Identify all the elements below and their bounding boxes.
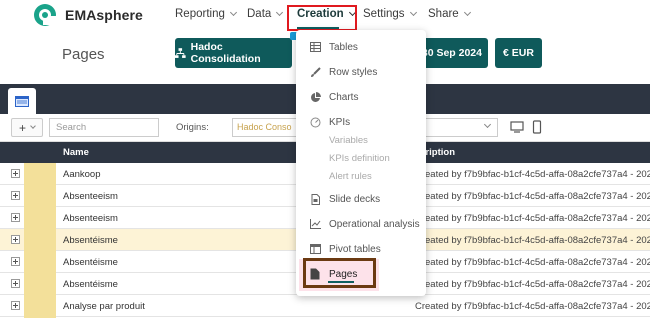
date-button[interactable]: 30 Sep 2024 [418,38,488,68]
origins-value: Hadoc Conso [237,122,292,132]
nav-label: Settings [363,8,405,20]
menu-item-label: Pivot tables [329,243,381,255]
pivot-icon [309,243,321,255]
expand-row-icon[interactable] [11,301,20,310]
logo-text: EMAsphere [65,7,143,23]
menu-item-row-styles[interactable]: Row styles [296,62,426,82]
add-button[interactable]: + [11,118,43,137]
hierarchy-icon [175,47,186,58]
nav-label: Reporting [175,8,225,20]
row-description: Created by f7b9bfac-b1cf-4c5d-affa-08a2c… [415,191,650,202]
menu-item-slide-decks[interactable]: Slide decks [296,189,426,209]
slides-icon [309,193,321,205]
row-name: Absenteeism [63,191,118,202]
pages-highlight-box [303,258,376,288]
pie-chart-icon [309,91,321,103]
expand-row-icon[interactable] [11,191,20,200]
nav-settings[interactable]: Settings [363,8,417,20]
expand-row-icon[interactable] [11,169,20,178]
brush-icon [309,66,321,78]
row-description: Created by f7b9bfac-b1cf-4c5d-affa-08a2c… [415,213,650,224]
chevron-down-icon [30,123,36,129]
gauge-icon [309,116,321,128]
menu-item-label: Variables [329,134,368,146]
nav-data[interactable]: Data [247,8,284,20]
menu-item-label: Charts [329,91,359,103]
row-description: Created by f7b9bfac-b1cf-4c5d-affa-08a2c… [415,235,650,246]
menu-item-charts[interactable]: Charts [296,87,426,107]
menu-item-label: KPIs definition [329,152,390,164]
nav-share[interactable]: Share [428,8,471,20]
row-name: Absentéisme [63,235,118,246]
menu-item-kpis-definition[interactable]: KPIs definition [296,148,426,168]
table-icon [309,41,321,53]
menu-item-alert-rules[interactable]: Alert rules [296,166,426,186]
menu-item-kpis[interactable]: KPIs [296,112,426,132]
menu-item-label: KPIs [329,116,351,128]
consolidation-label: Hadoc Consolidation [190,41,261,65]
nav-reporting[interactable]: Reporting [175,8,237,20]
page-title: Pages [62,46,105,63]
chevron-down-icon [229,8,237,17]
plus-icon: + [18,120,26,135]
row-name: Absenteeism [63,213,118,224]
nav-label: Share [428,8,459,20]
row-description: Created by f7b9bfac-b1cf-4c5d-affa-08a2c… [415,169,650,180]
chevron-down-icon [483,120,492,129]
row-description: Created by f7b9bfac-b1cf-4c5d-affa-08a2c… [415,279,650,290]
consolidation-button[interactable]: Hadoc Consolidation [175,38,292,68]
pages-active-underline [328,281,354,283]
currency-button[interactable]: € EUR [495,38,542,68]
search-input[interactable] [49,118,159,137]
desktop-view-icon[interactable] [510,120,524,134]
nav-label: Data [247,8,272,20]
menu-item-pivot-tables[interactable]: Pivot tables [296,239,426,259]
expand-row-icon[interactable] [11,279,20,288]
menu-item-label: Slide decks [329,193,381,205]
logo[interactable]: EMAsphere [32,0,143,30]
color-indicator-column [24,163,56,318]
menu-item-variables[interactable]: Variables [296,130,426,150]
line-chart-icon [309,218,321,230]
chevron-down-icon [463,8,471,17]
tab-table-view[interactable] [8,88,36,114]
row-name: Absentéisme [63,279,118,290]
column-name-header[interactable]: Name [63,147,89,158]
active-nav-underline [297,27,339,29]
menu-item-tables[interactable]: Tables [296,37,426,57]
date-label: 30 Sep 2024 [421,47,482,59]
menu-item-label: Row styles [329,66,378,78]
row-name: Aankoop [63,169,101,180]
origins-label: Origins: [176,122,209,133]
expand-row-icon[interactable] [11,257,20,266]
chevron-down-icon [409,8,417,17]
emasphere-logo-icon [32,2,58,28]
menu-item-label: Tables [329,41,358,53]
window-icon [15,95,29,107]
row-name: Analyse par produit [63,301,145,312]
menu-item-operational-analysis[interactable]: Operational analysis [296,214,426,234]
row-description: Created by f7b9bfac-b1cf-4c5d-affa-08a2c… [415,257,650,268]
chevron-down-icon [276,8,284,17]
menu-item-label: Alert rules [329,170,372,182]
expand-row-icon[interactable] [11,213,20,222]
expand-row-icon[interactable] [11,235,20,244]
origins-select[interactable]: Hadoc Conso [232,118,302,137]
menu-item-label: Operational analysis [329,218,420,230]
row-description: Created by f7b9bfac-b1cf-4c5d-affa-08a2c… [415,301,650,312]
row-name: Absentéisme [63,257,118,268]
currency-label: € EUR [503,47,534,59]
mobile-view-icon[interactable] [530,120,544,134]
